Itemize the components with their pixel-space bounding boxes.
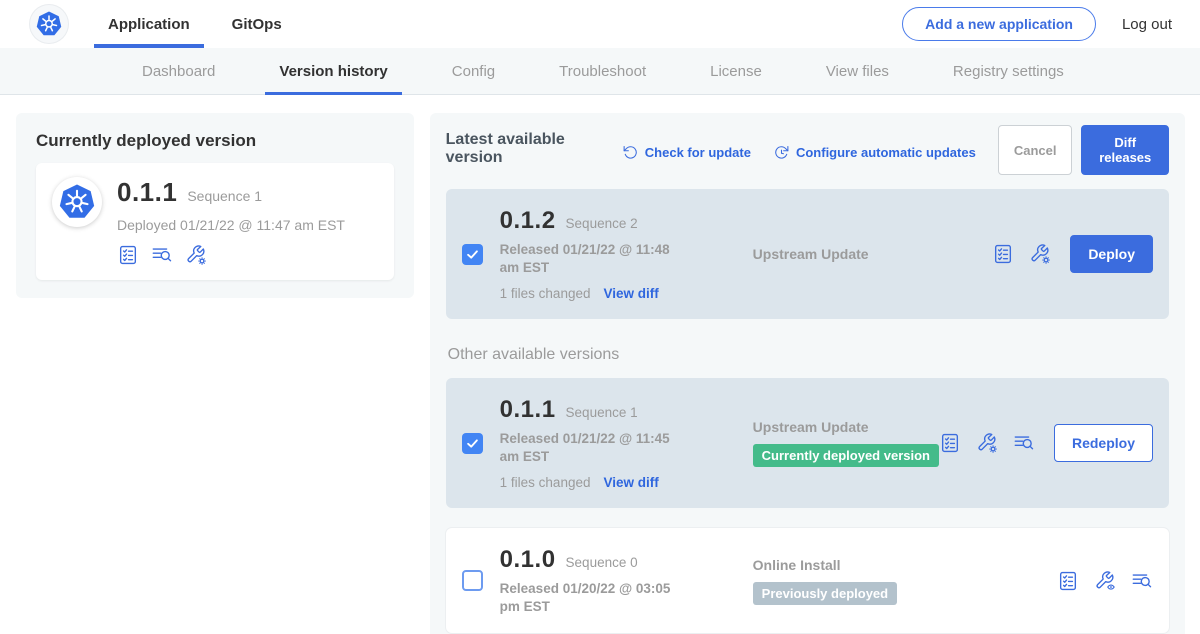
version-checkbox[interactable]: [462, 570, 483, 591]
version-info: 0.1.1 Sequence 1 Released 01/21/22 @ 11:…: [500, 396, 705, 490]
version-actions: Deploy: [992, 235, 1153, 273]
configure-automatic-updates-label: Configure automatic updates: [796, 145, 976, 160]
version-source: Upstream Update: [753, 246, 869, 262]
release-notes-icon[interactable]: [117, 244, 139, 266]
subnav-troubleshoot-label: Troubleshoot: [559, 63, 646, 80]
version-sequence: Sequence 0: [566, 555, 638, 570]
subnav-license[interactable]: License: [696, 48, 776, 94]
view-logs-icon[interactable]: [151, 244, 173, 266]
version-checkbox[interactable]: [462, 433, 483, 454]
version-row-0-1-2: 0.1.2 Sequence 2 Released 01/21/22 @ 11:…: [446, 189, 1169, 319]
deploy-button[interactable]: Deploy: [1070, 235, 1153, 273]
subnav-registry-settings[interactable]: Registry settings: [939, 48, 1078, 94]
deployed-sequence: Sequence 1: [187, 188, 262, 204]
subnav-view-files-label: View files: [826, 63, 889, 80]
source-label: Upstream Update: [753, 419, 869, 435]
app-logo: [52, 177, 102, 227]
version-sequence: Sequence 2: [566, 216, 638, 231]
currently-deployed-panel: Currently deployed version: [16, 113, 414, 298]
version-info: 0.1.0 Sequence 0 Released 01/20/22 @ 03:…: [500, 546, 705, 615]
tab-application-label: Application: [108, 16, 190, 33]
version-info: 0.1.2 Sequence 2 Released 01/21/22 @ 11:…: [500, 207, 705, 301]
logout-link[interactable]: Log out: [1122, 16, 1172, 33]
main-content: Currently deployed version: [0, 95, 1200, 634]
version-checkbox[interactable]: [462, 244, 483, 265]
check-for-update-label: Check for update: [645, 145, 751, 160]
redeploy-button[interactable]: Redeploy: [1054, 424, 1153, 462]
tab-gitops[interactable]: GitOps: [220, 0, 294, 48]
currently-deployed-card: 0.1.1 Sequence 1 Deployed 01/21/22 @ 11:…: [36, 163, 394, 280]
files-changed: 1 files changed: [500, 475, 591, 490]
subnav-dashboard-label: Dashboard: [142, 63, 215, 80]
version-source: Upstream Update Currently deployed versi…: [753, 419, 939, 467]
subnav-view-files[interactable]: View files: [812, 48, 903, 94]
other-available-versions-label: Other available versions: [448, 346, 1169, 364]
currently-deployed-title: Currently deployed version: [36, 131, 394, 151]
version-released: Released 01/20/22 @ 03:05 pm EST: [500, 580, 690, 615]
source-label: Online Install: [753, 557, 841, 573]
add-application-button[interactable]: Add a new application: [902, 7, 1096, 41]
previously-deployed-badge: Previously deployed: [753, 582, 897, 605]
check-icon: [465, 436, 480, 451]
version-released: Released 01/21/22 @ 11:45 am EST: [500, 430, 690, 465]
kubernetes-logo: [30, 5, 68, 43]
version-sequence: Sequence 1: [566, 405, 638, 420]
subnav-license-label: License: [710, 63, 762, 80]
version-row-0-1-1: 0.1.1 Sequence 1 Released 01/21/22 @ 11:…: [446, 378, 1169, 508]
available-header: Latest available version Check for updat…: [446, 129, 1169, 175]
version-number: 0.1.1: [500, 396, 556, 424]
view-logs-icon[interactable]: [1131, 570, 1153, 592]
subnav-config[interactable]: Config: [438, 48, 509, 94]
view-logs-icon[interactable]: [1013, 432, 1035, 454]
version-source: Online Install Previously deployed: [753, 557, 897, 605]
tab-application[interactable]: Application: [96, 0, 202, 48]
deployed-version-info: 0.1.1 Sequence 1 Deployed 01/21/22 @ 11:…: [117, 177, 345, 266]
subnav-config-label: Config: [452, 63, 495, 80]
top-nav: Application GitOps: [96, 0, 312, 48]
header-actions: Cancel Diff releases: [998, 125, 1169, 175]
check-for-update-link[interactable]: Check for update: [622, 144, 751, 161]
kubernetes-wheel-icon: [56, 181, 98, 223]
version-actions: Redeploy: [939, 424, 1153, 462]
subnav-version-history[interactable]: Version history: [265, 48, 401, 94]
subnav-troubleshoot[interactable]: Troubleshoot: [545, 48, 660, 94]
currently-deployed-badge: Currently deployed version: [753, 444, 939, 467]
configure-automatic-updates-link[interactable]: Configure automatic updates: [773, 144, 976, 161]
release-notes-icon[interactable]: [939, 432, 961, 454]
edit-config-icon[interactable]: [185, 244, 207, 266]
deployed-version-number: 0.1.1: [117, 177, 177, 208]
subnav-dashboard[interactable]: Dashboard: [128, 48, 229, 94]
diff-releases-button[interactable]: Diff releases: [1081, 125, 1169, 175]
files-changed: 1 files changed: [500, 286, 591, 301]
release-notes-icon[interactable]: [992, 243, 1014, 265]
edit-config-icon[interactable]: [976, 432, 998, 454]
check-update-icon: [622, 144, 639, 161]
version-actions: [1057, 570, 1153, 592]
cancel-button[interactable]: Cancel: [998, 125, 1073, 175]
available-versions-panel: Latest available version Check for updat…: [430, 113, 1185, 634]
version-released: Released 01/21/22 @ 11:48 am EST: [500, 241, 690, 276]
view-diff-link[interactable]: View diff: [603, 286, 658, 301]
subnav-registry-settings-label: Registry settings: [953, 63, 1064, 80]
version-number: 0.1.0: [500, 546, 556, 574]
latest-available-title: Latest available version: [446, 131, 606, 167]
source-label: Upstream Update: [753, 246, 869, 262]
release-notes-icon[interactable]: [1057, 570, 1079, 592]
version-row-0-1-0: 0.1.0 Sequence 0 Released 01/20/22 @ 03:…: [446, 528, 1169, 633]
deployed-timestamp: Deployed 01/21/22 @ 11:47 am EST: [117, 217, 345, 233]
kubernetes-wheel-icon: [34, 9, 64, 39]
subnav-version-history-label: Version history: [279, 63, 387, 80]
auto-update-icon: [773, 144, 790, 161]
check-icon: [465, 247, 480, 262]
tab-gitops-label: GitOps: [232, 16, 282, 33]
edit-config-icon[interactable]: [1029, 243, 1051, 265]
app-subnav: Dashboard Version history Config Trouble…: [0, 48, 1200, 95]
top-bar: Application GitOps Add a new application…: [0, 0, 1200, 48]
view-config-icon[interactable]: [1094, 570, 1116, 592]
version-number: 0.1.2: [500, 207, 556, 235]
view-diff-link[interactable]: View diff: [603, 475, 658, 490]
